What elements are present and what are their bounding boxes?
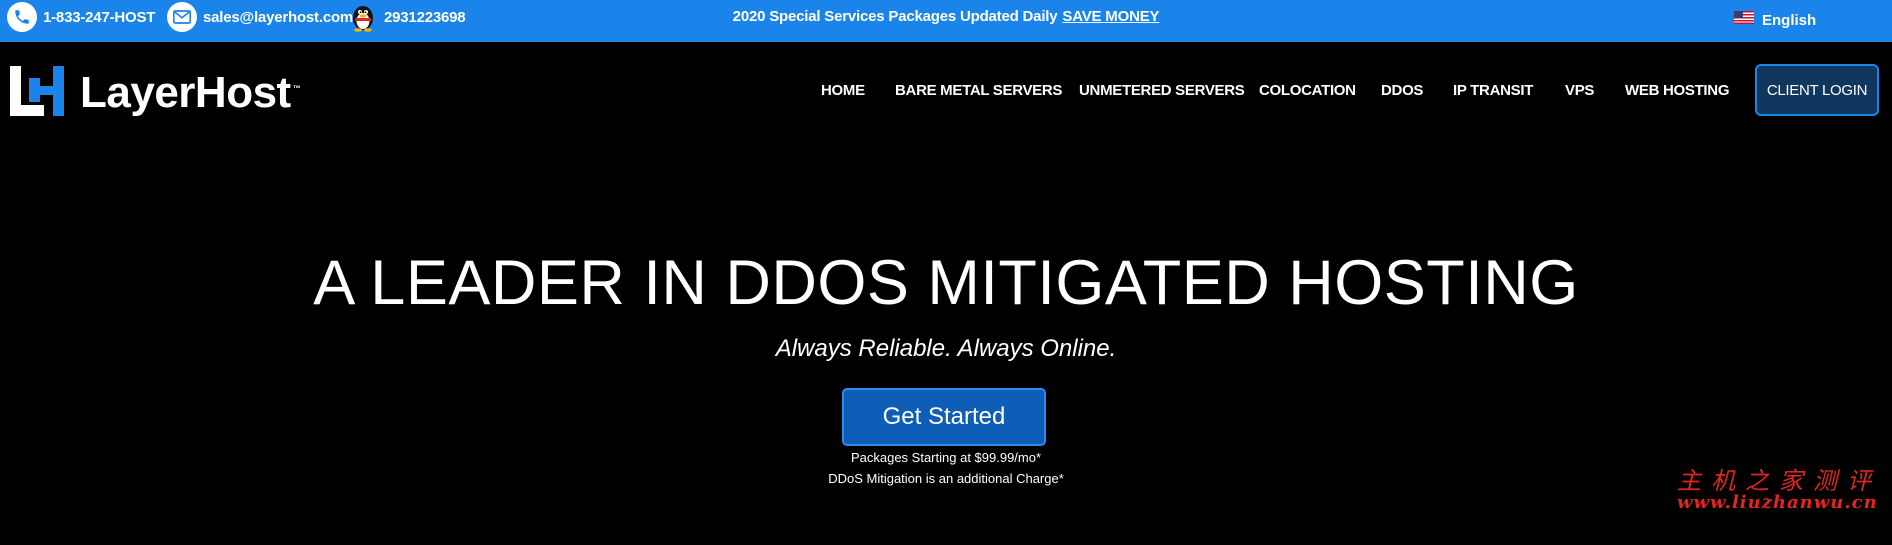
logo-wordmark: LayerHost ™ xyxy=(80,67,301,117)
nav-ip-transit[interactable]: IP TRANSIT xyxy=(1453,82,1533,99)
watermark-chinese: 主机之家测评 xyxy=(1677,467,1881,495)
promo-text: 2020 Special Services Packages Updated D… xyxy=(732,8,1058,25)
ddos-charge-note: DDoS Mitigation is an additional Charge* xyxy=(828,471,1064,486)
nav-bare-metal-servers[interactable]: BARE METAL SERVERS xyxy=(895,82,1062,99)
nav-unmetered-servers[interactable]: UNMETERED SERVERS xyxy=(1079,82,1245,99)
hero-subtitle: Always Reliable. Always Online. xyxy=(775,335,1117,362)
client-login-button[interactable]: CLIENT LOGIN xyxy=(1755,64,1879,116)
nav-ddos[interactable]: DDOS xyxy=(1381,82,1423,99)
hero-title: A LEADER IN DDOS MITIGATED HOSTING xyxy=(313,248,1579,318)
get-started-button[interactable]: Get Started xyxy=(842,388,1046,446)
nav-web-hosting[interactable]: WEB HOSTING xyxy=(1625,82,1730,99)
top-bar: 1-833-247-HOST sales@layerhost.com 29312… xyxy=(0,0,1892,42)
layerhost-logo-mark-icon xyxy=(10,66,64,121)
nav-colocation[interactable]: COLOCATION xyxy=(1259,82,1356,99)
watermark-url: www.liuzhanwu.cn xyxy=(1677,492,1878,513)
nav-vps[interactable]: VPS xyxy=(1565,82,1594,99)
us-flag-icon xyxy=(1734,11,1754,29)
site-logo[interactable]: LayerHost ™ xyxy=(10,66,301,121)
language-selector[interactable]: English xyxy=(1734,11,1816,29)
save-money-link[interactable]: SAVE MONEY xyxy=(1062,8,1159,25)
nav-home[interactable]: HOME xyxy=(821,82,865,99)
pricing-note: Packages Starting at $99.99/mo* xyxy=(850,450,1042,465)
language-label: English xyxy=(1762,11,1817,29)
promo-banner: 2020 Special Services Packages Updated D… xyxy=(0,8,1892,25)
